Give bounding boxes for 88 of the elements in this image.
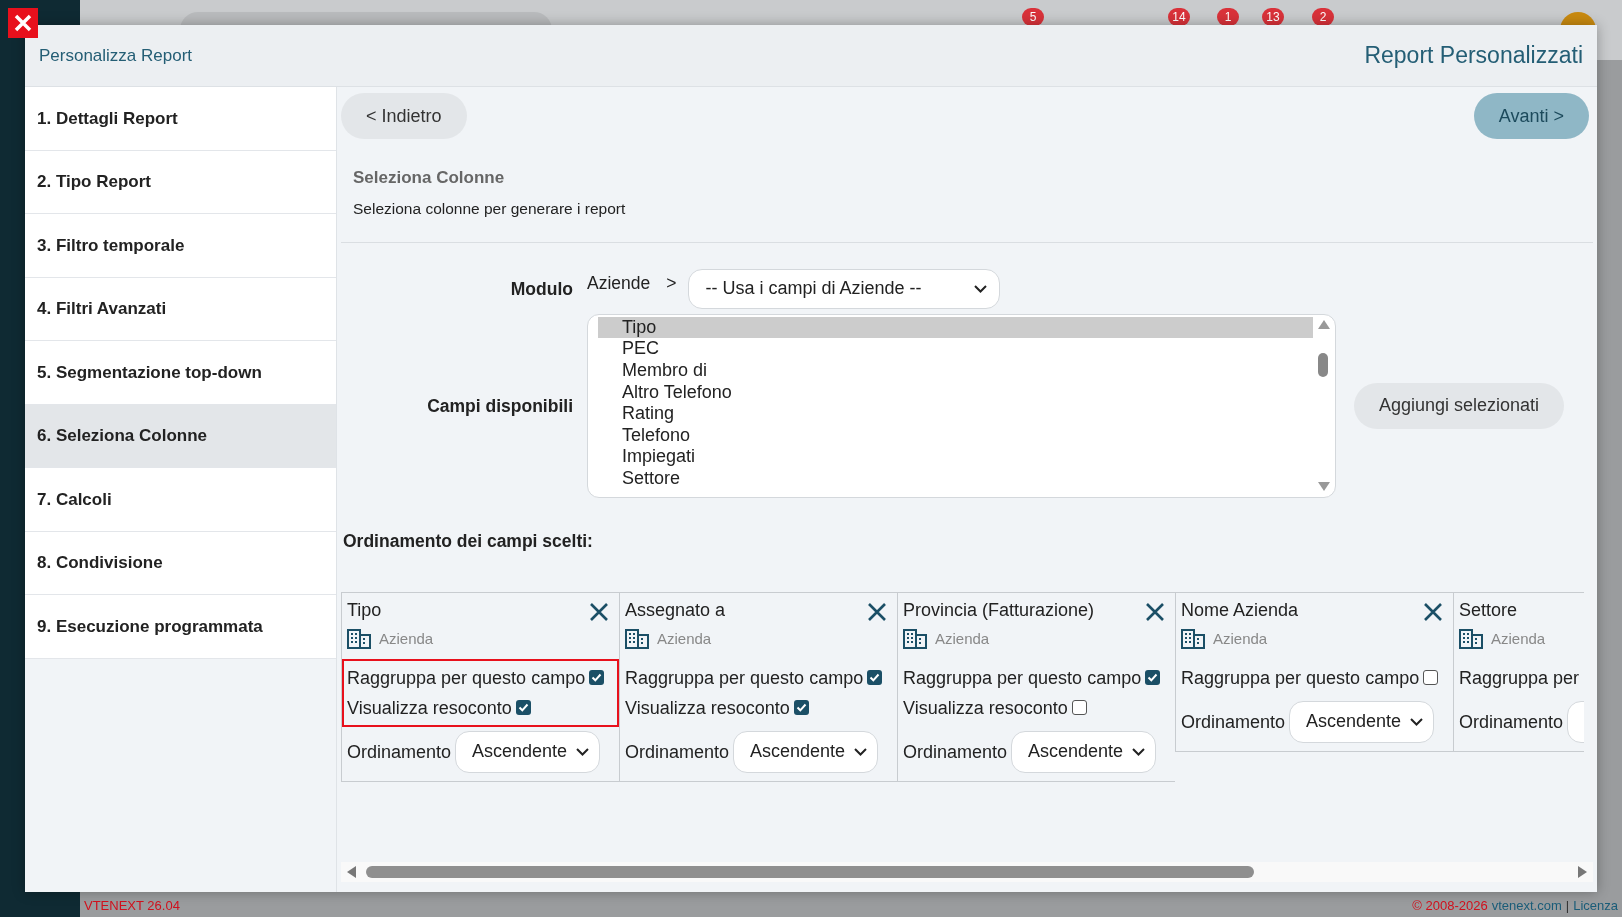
- option-label: Raggruppa per questo campo: [903, 666, 1142, 690]
- step-tab[interactable]: 5. Segmentazione top-down: [25, 341, 336, 405]
- step-tab[interactable]: 3. Filtro temporale: [25, 214, 336, 278]
- column-title: Settore: [1459, 599, 1518, 622]
- checkbox[interactable]: [589, 670, 605, 685]
- checkbox[interactable]: [515, 700, 531, 715]
- checkbox[interactable]: [1071, 700, 1087, 715]
- step-tab[interactable]: 7. Calcoli: [25, 468, 336, 532]
- step-tab[interactable]: 6. Seleziona Colonne: [25, 404, 336, 468]
- module-label: Modulo: [509, 277, 573, 301]
- checkbox[interactable]: [1145, 670, 1161, 685]
- modal-heading: Report Personalizzati: [1364, 41, 1583, 71]
- modal-title: Personalizza Report: [39, 44, 193, 67]
- building-icon: [347, 629, 371, 650]
- add-selected-button[interactable]: Aggiungi selezionati: [1354, 382, 1565, 429]
- column-title: Nome Azienda: [1181, 599, 1299, 622]
- step-tab[interactable]: 1. Dettagli Report: [25, 87, 336, 151]
- section-title: Seleziona Colonne: [353, 167, 506, 189]
- scroll-up-icon[interactable]: [1318, 319, 1330, 329]
- list-option[interactable]: Altro Telefono: [598, 381, 1313, 404]
- order-label: Ordinamento: [347, 740, 452, 764]
- checkbox[interactable]: [1423, 670, 1439, 685]
- version-text: VTENEXT 26.04: [84, 897, 180, 915]
- caret-icon: [854, 747, 868, 756]
- list-option[interactable]: Rating: [598, 403, 1313, 425]
- caret-icon: [1410, 717, 1424, 726]
- ordering-title: Ordinamento dei campi scelti:: [343, 529, 594, 553]
- remove-icon[interactable]: [1424, 603, 1442, 621]
- order-select[interactable]: Ascendente: [733, 730, 879, 773]
- remove-icon[interactable]: [1146, 603, 1164, 621]
- module-name: Azienda: [935, 629, 990, 649]
- order-label: Ordinamento: [1459, 710, 1564, 734]
- module-name: Azienda: [1213, 629, 1268, 649]
- building-icon: [625, 629, 649, 650]
- next-button[interactable]: Avanti >: [1473, 93, 1589, 139]
- separator-text: >: [666, 271, 677, 295]
- order-select[interactable]: Ascendente: [455, 730, 601, 773]
- scroll-left-icon[interactable]: [347, 866, 356, 878]
- option-label: Raggruppa per questo campo: [347, 666, 586, 690]
- back-button[interactable]: < Indietro: [341, 93, 467, 139]
- scrollbar-thumb[interactable]: [366, 866, 1254, 878]
- list-option[interactable]: Settore: [598, 467, 1313, 490]
- order-label: Ordinamento: [1181, 710, 1286, 734]
- module-name: Azienda: [379, 629, 434, 649]
- separator-text: |: [1565, 897, 1570, 915]
- caret-icon: [576, 747, 590, 756]
- section-subtitle: Seleziona colonne per generare i report: [353, 198, 627, 219]
- scroll-down-icon[interactable]: [1318, 481, 1330, 491]
- caret-icon: [974, 284, 988, 293]
- step-tab[interactable]: 2. Tipo Report: [25, 150, 336, 214]
- list-option[interactable]: Telefono: [598, 424, 1313, 447]
- option-label: Raggruppa per: [1459, 666, 1580, 690]
- order-label: Ordinamento: [625, 740, 730, 764]
- scrollbar-thumb[interactable]: [1318, 352, 1328, 377]
- module-name: Azienda: [1491, 629, 1546, 649]
- step-tab[interactable]: 8. Condivisione: [25, 531, 336, 595]
- option-label: Raggruppa per questo campo: [625, 666, 864, 690]
- column-title: Tipo: [347, 599, 382, 622]
- copyright-text: © 2008-2026: [1412, 897, 1488, 915]
- checkbox[interactable]: [793, 700, 809, 715]
- order-select[interactable]: Ascendente: [1289, 700, 1435, 743]
- step-tab[interactable]: 4. Filtri Avanzati: [25, 277, 336, 341]
- fields-listbox[interactable]: Tipo PEC Membro di Altro Telefono Rating Telefono Impiegati Settore: [587, 313, 1336, 498]
- module-name: Azienda: [657, 629, 712, 649]
- module-name: Aziende: [587, 271, 651, 295]
- building-icon: [1459, 629, 1483, 650]
- option-label: Raggruppa per questo campo: [1181, 666, 1420, 690]
- list-option[interactable]: Membro di: [598, 359, 1313, 382]
- option-label: Visualizza resoconto: [903, 696, 1068, 720]
- remove-icon[interactable]: [868, 603, 886, 621]
- option-label: Visualizza resoconto: [625, 696, 790, 720]
- option-label: Visualizza resoconto: [347, 696, 512, 720]
- fields-label: Campi disponibili: [426, 394, 573, 418]
- building-icon: [903, 629, 927, 650]
- list-option[interactable]: Tipo: [598, 316, 1313, 339]
- column-title: Provincia (Fatturazione): [903, 599, 1095, 622]
- checkbox[interactable]: [867, 670, 883, 685]
- building-icon: [1181, 629, 1205, 650]
- module-select[interactable]: -- Usa i campi di Aziende --: [688, 268, 1001, 309]
- step-tab[interactable]: 9. Esecuzione programmata: [25, 595, 336, 659]
- list-option[interactable]: Impiegati: [598, 446, 1313, 468]
- remove-icon[interactable]: [590, 603, 608, 621]
- order-label: Ordinamento: [903, 740, 1008, 764]
- caret-icon: [1132, 747, 1146, 756]
- scroll-right-icon[interactable]: [1578, 866, 1587, 878]
- order-select[interactable]: Ascendente: [1011, 730, 1157, 773]
- column-title: Assegnato a: [625, 599, 726, 622]
- list-option[interactable]: PEC: [598, 338, 1313, 360]
